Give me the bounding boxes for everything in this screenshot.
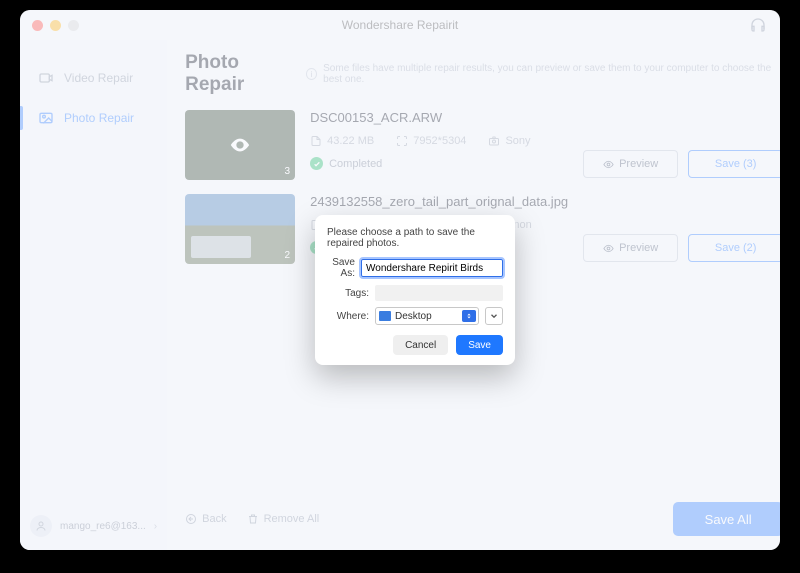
save-as-label: Save As: [327, 257, 355, 279]
tags-label: Tags: [327, 288, 369, 299]
dialog-prompt: Please choose a path to save the repaire… [327, 227, 503, 249]
save-as-input[interactable] [361, 259, 503, 277]
where-label: Where: [327, 311, 369, 322]
tags-input[interactable] [375, 285, 503, 301]
save-dialog: Please choose a path to save the repaire… [315, 215, 515, 365]
dialog-save-button[interactable]: Save [456, 335, 503, 355]
app-window: Wondershare Repairit Video Repair Photo … [20, 10, 780, 550]
folder-icon [379, 311, 391, 321]
where-value: Desktop [395, 311, 432, 322]
dialog-cancel-button[interactable]: Cancel [393, 335, 448, 355]
dropdown-arrows-icon [462, 310, 476, 322]
expand-dialog-button[interactable] [485, 307, 503, 325]
where-select[interactable]: Desktop [375, 307, 479, 325]
